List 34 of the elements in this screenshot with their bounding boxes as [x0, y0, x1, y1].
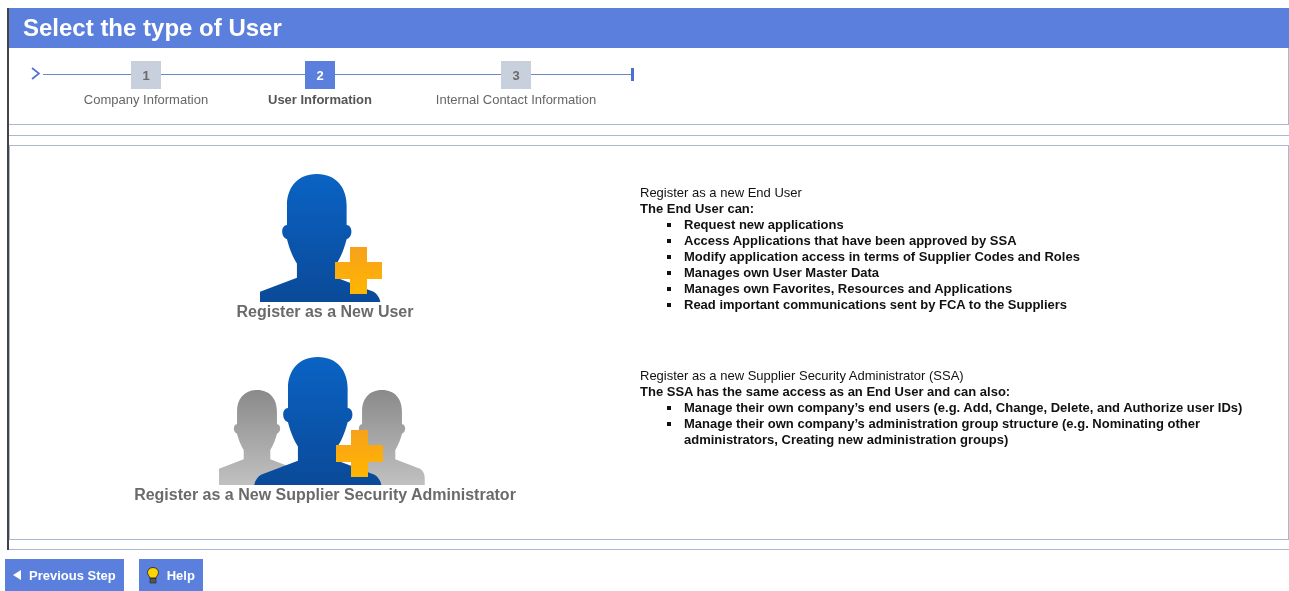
- bullet-icon: [667, 405, 671, 410]
- bullet-icon: [667, 255, 671, 259]
- lightbulb-icon: [146, 566, 159, 584]
- option-heading: Register as a new End User: [640, 185, 803, 201]
- option-intro: The SSA has the same access as an End User and can also:: [640, 383, 1012, 400]
- bullet-text: Request new applications: [684, 217, 844, 233]
- help-button[interactable]: Help: [138, 559, 203, 591]
- bullet-text: Read important communications sent by FCA to the Suppliers: [684, 297, 1068, 313]
- page-title: Select the type of User: [9, 8, 1289, 48]
- register-link[interactable]: Register as a New Supplier Security Administrator: [134, 485, 516, 504]
- step-label: Company Information: [83, 92, 209, 107]
- step-label: Internal Contact Information: [435, 92, 597, 107]
- bullet-text: Access Applications that have been approved by SSA: [684, 233, 1017, 249]
- bullet-text: Manage their own company’s administration group structure (e.g. Nominating other administrators, Creating new administration groups): [684, 415, 1201, 448]
- chevron-icon: [31, 67, 40, 80]
- bullet-icon: [667, 421, 671, 426]
- bullet-icon: [667, 303, 671, 307]
- bullet-text: Manage their own company’s end users (e.g. Add, Change, Delete, and Authorize user IDs): [684, 399, 1243, 416]
- left-arrow-icon: [13, 570, 21, 580]
- bullet-text: Manages own Favorites, Resources and Applications: [684, 281, 1013, 297]
- step-number[interactable]: 3: [501, 61, 531, 89]
- bullet-icon: [667, 287, 671, 291]
- option-intro: The End User can:: [640, 201, 756, 217]
- previous-step-button[interactable]: Previous Step: [5, 559, 124, 591]
- step-number[interactable]: 1: [131, 61, 161, 89]
- bullet-text: Manages own User Master Data: [684, 265, 880, 281]
- step-label: User Information: [268, 92, 372, 107]
- bullet-text: Modify application access in terms of Supplier Codes and Roles: [684, 249, 1080, 265]
- step-number[interactable]: 2: [305, 61, 335, 89]
- option-heading: Register as a new Supplier Security Administrator (SSA): [640, 367, 965, 384]
- bullet-icon: [667, 271, 671, 275]
- bullet-icon: [667, 239, 671, 243]
- bullet-icon: [667, 223, 671, 227]
- register-link[interactable]: Register as a New User: [236, 303, 414, 321]
